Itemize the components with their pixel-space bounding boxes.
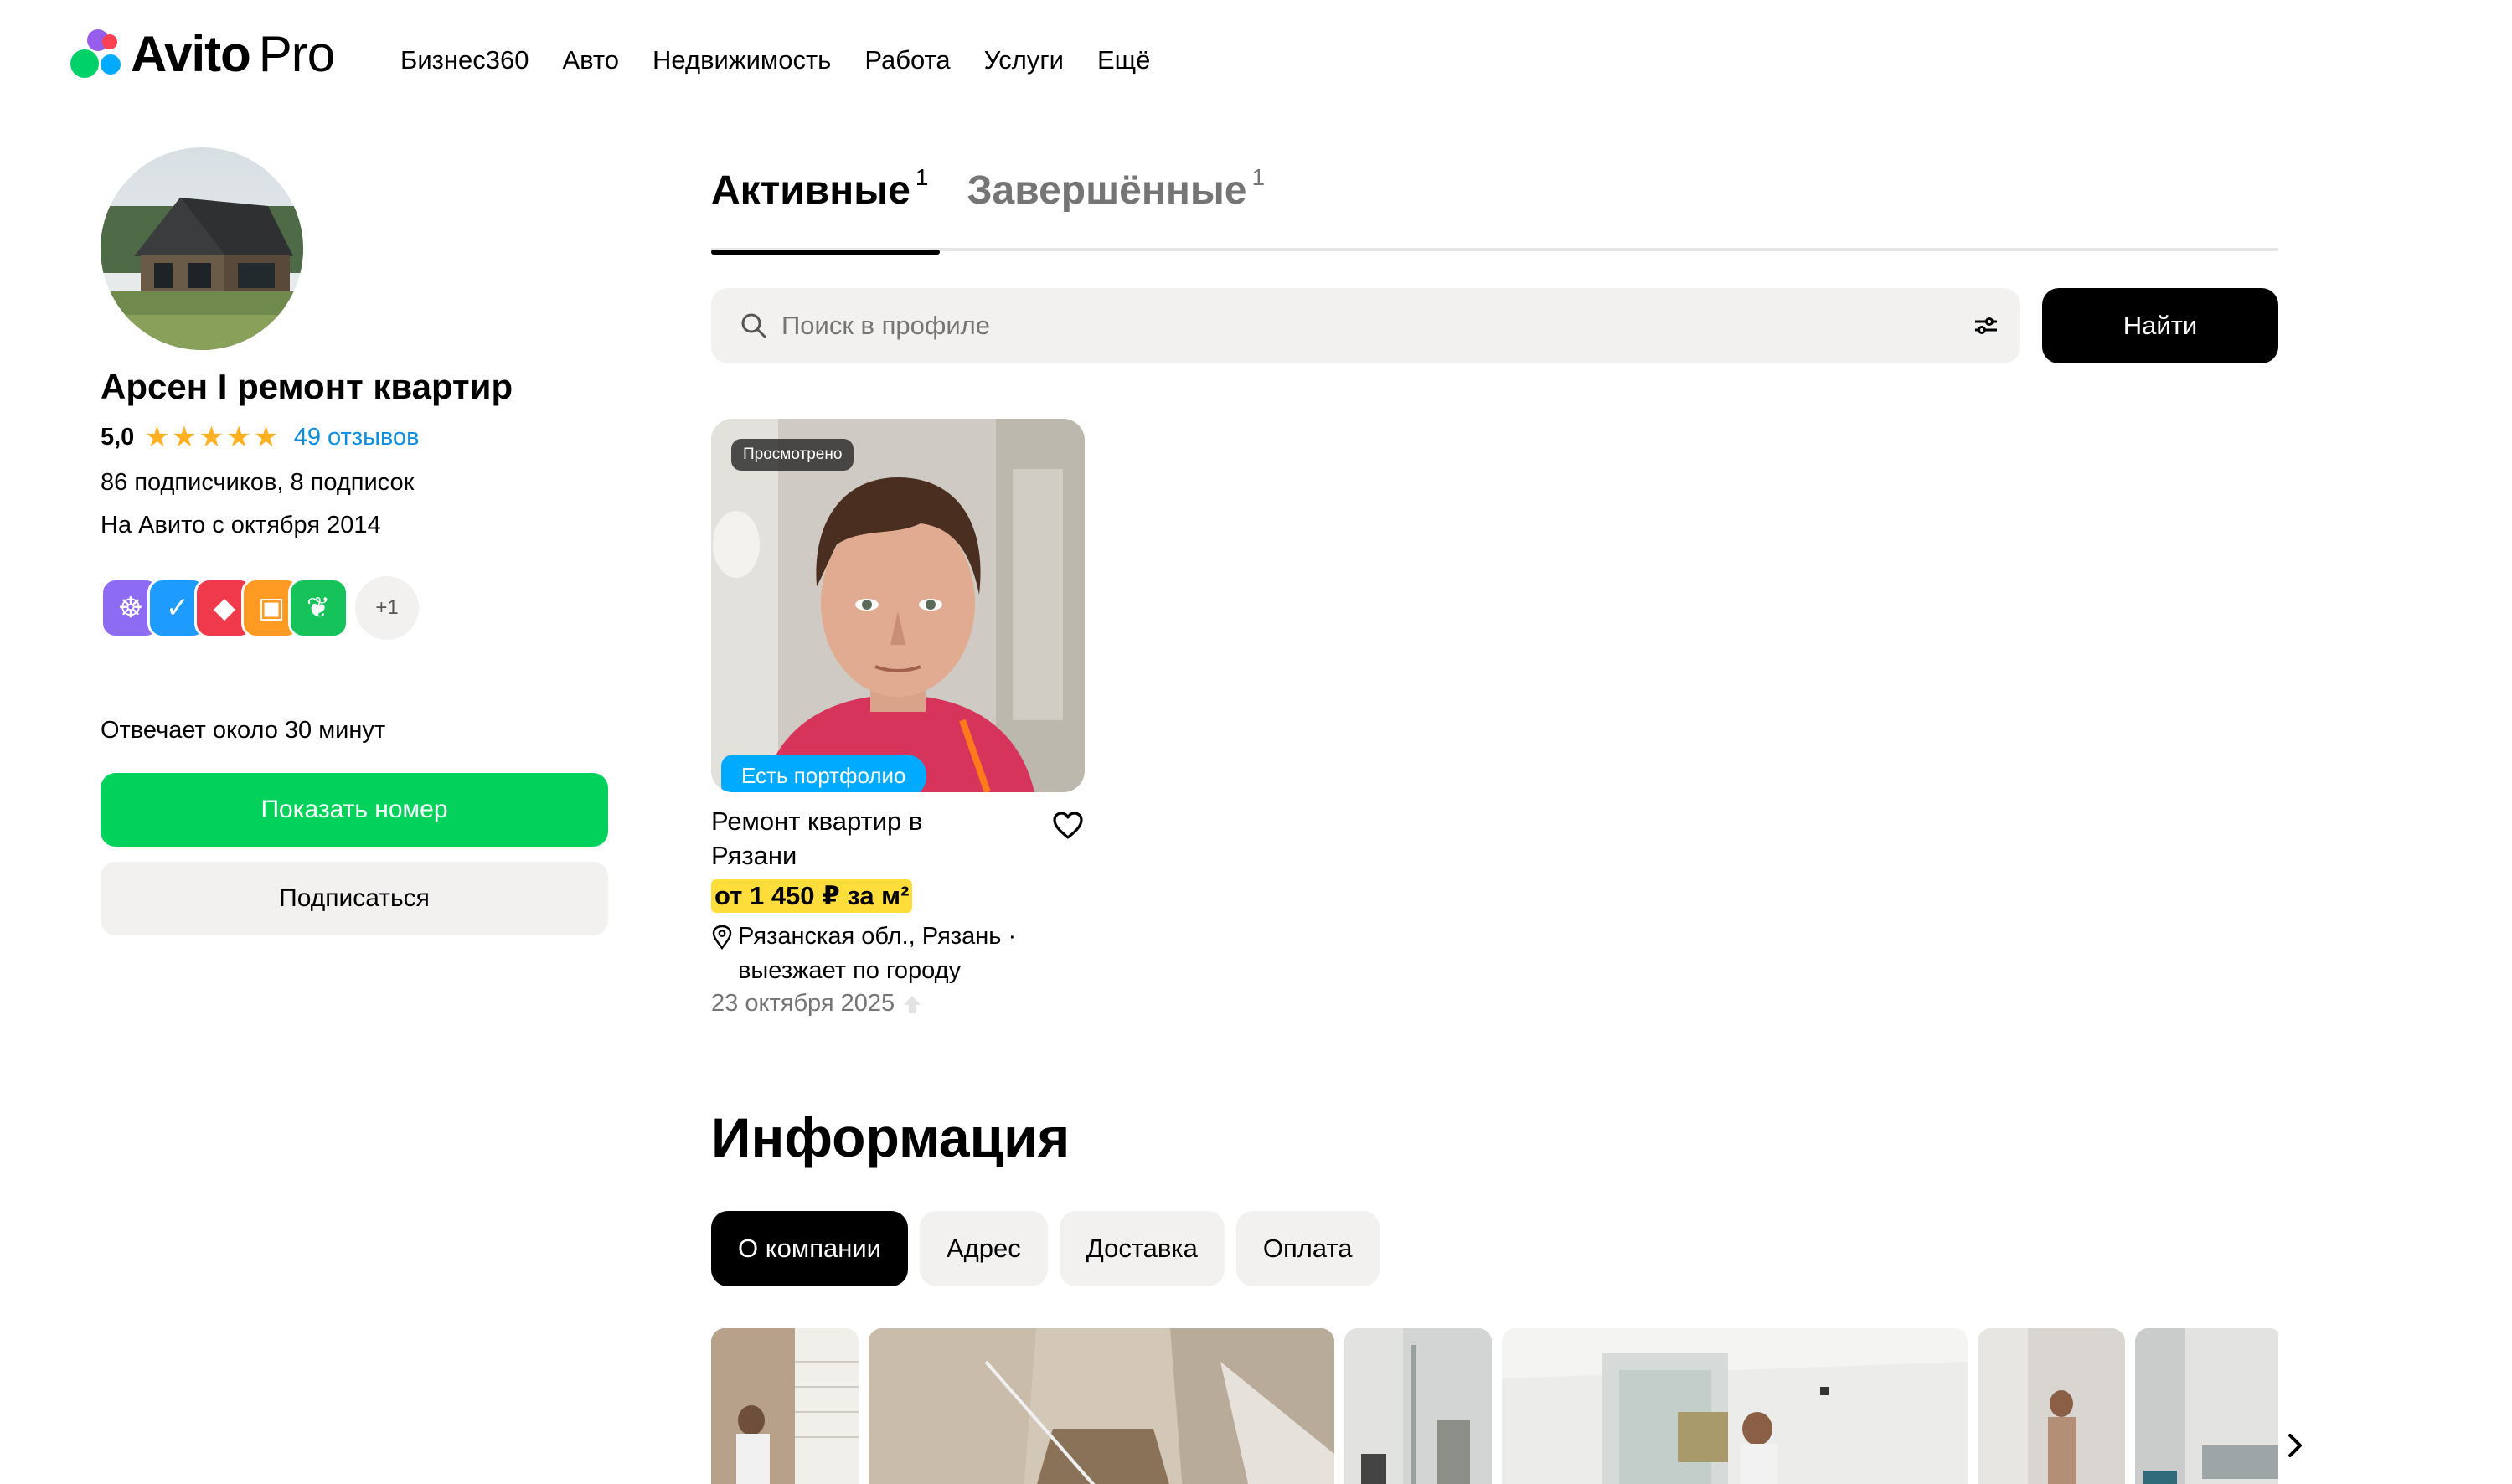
gallery-photo[interactable] (869, 1328, 1334, 1484)
profile-panel: Арсен I ремонт квартир 5,0 ★★★★★ 49 отзы… (101, 147, 611, 935)
rating-value: 5,0 (101, 423, 135, 451)
tab-completed[interactable]: Завершённые 1 (967, 164, 1266, 251)
search-box[interactable] (711, 288, 2020, 363)
nav-jobs[interactable]: Работа (864, 45, 950, 75)
listing-tabs: Активные 1 Завершённые 1 (711, 164, 2278, 255)
followers-count[interactable]: 86 подписчиков, 8 подписок (101, 469, 611, 497)
card-title-row: Ремонт квартир в Рязани (711, 804, 1085, 873)
logo-dots-icon (70, 29, 121, 80)
search-icon (741, 313, 766, 338)
gallery-next-chevron-icon[interactable] (2278, 1429, 2312, 1462)
filter-settings-icon[interactable] (1972, 312, 2000, 340)
eco-leaf-badge-icon[interactable]: ❦ (288, 578, 348, 638)
listing-location: Рязанская обл., Рязань · выезжает по гор… (738, 923, 1017, 984)
nav-realty[interactable]: Недвижимость (653, 45, 831, 75)
listing-date-row: 23 октября 2025 (711, 990, 1085, 1018)
reviews-link[interactable]: 49 отзывов (294, 424, 420, 451)
tab-active-label: Активные (711, 168, 910, 213)
gallery-photo[interactable] (1502, 1328, 1968, 1484)
top-nav: Бизнес360 Авто Недвижимость Работа Услуг… (400, 45, 1150, 75)
subscribe-button[interactable]: Подписаться (101, 862, 608, 935)
gallery-photo[interactable] (1344, 1328, 1492, 1484)
listing-title[interactable]: Ремонт квартир в Рязани (711, 804, 962, 873)
nav-business360[interactable]: Бизнес360 (400, 45, 529, 75)
location-pin-icon (712, 925, 732, 950)
avatar[interactable] (101, 147, 303, 350)
gallery-photo[interactable] (711, 1328, 859, 1484)
info-tab-address[interactable]: Адрес (919, 1211, 1048, 1286)
logo-sub: Pro (258, 26, 335, 82)
avito-pro-logo[interactable]: Avito Pro (70, 25, 335, 84)
listing-date: 23 октября 2025 (711, 990, 895, 1017)
viewed-badge: Просмотрено (731, 439, 854, 471)
listing-price: от 1 450 ₽ за м² (711, 879, 913, 913)
show-phone-button[interactable]: Показать номер (101, 773, 608, 847)
info-title: Информация (711, 1106, 1070, 1168)
logo-main: Avito (131, 26, 251, 82)
badges-more[interactable]: +1 (355, 576, 419, 640)
gallery-photo[interactable] (1978, 1328, 2125, 1484)
main-content: Активные1 Завершённые1 Найти (711, 164, 2278, 1018)
info-tab-about[interactable]: О компании (711, 1211, 908, 1286)
portfolio-badge[interactable]: Есть портфолио (721, 755, 926, 792)
listing-card[interactable]: Просмотрено Есть портфолио Ремонт кварти… (711, 419, 1085, 1018)
nav-more[interactable]: Ещё (1097, 45, 1150, 75)
rating-stars-icon: ★★★★★ (144, 421, 281, 453)
info-tab-payment[interactable]: Оплата (1235, 1211, 1380, 1286)
member-since: На Авито с октября 2014 (101, 512, 381, 538)
rating-row: 5,0 ★★★★★ 49 отзывов (101, 420, 611, 454)
search-input[interactable] (781, 311, 1972, 341)
tab-completed-count: 1 (1251, 164, 1266, 190)
badges-row[interactable]: ☸ ✓ ◆ ▣ ❦ +1 (101, 573, 611, 643)
profile-name: Арсен I ремонт квартир (101, 367, 513, 406)
response-time: Отвечает около 30 минут (101, 717, 386, 744)
search-row: Найти (711, 288, 2278, 363)
listing-location-row: Рязанская обл., Рязань · выезжает по гор… (711, 920, 1085, 988)
promoted-arrow-up-icon (904, 995, 921, 1013)
nav-auto[interactable]: Авто (562, 45, 619, 75)
tab-completed-label: Завершённые (967, 168, 1247, 213)
info-tabs: О компании Адрес Доставка Оплата (711, 1211, 1380, 1286)
favorite-heart-icon[interactable] (1051, 809, 1085, 842)
header: Avito Pro Бизнес360 Авто Недвижимость Раб… (0, 0, 2512, 126)
logo-text: Avito Pro (131, 25, 335, 84)
tab-active[interactable]: Активные 1 (711, 164, 941, 255)
gallery-photo[interactable] (2135, 1328, 2278, 1484)
nav-services[interactable]: Услуги (984, 45, 1064, 75)
find-button[interactable]: Найти (2042, 288, 2278, 363)
listing-photo[interactable]: Просмотрено Есть портфолио (711, 419, 1085, 792)
tab-active-count: 1 (915, 164, 929, 190)
company-photo-gallery (711, 1328, 2278, 1484)
info-tab-delivery[interactable]: Доставка (1059, 1211, 1225, 1286)
